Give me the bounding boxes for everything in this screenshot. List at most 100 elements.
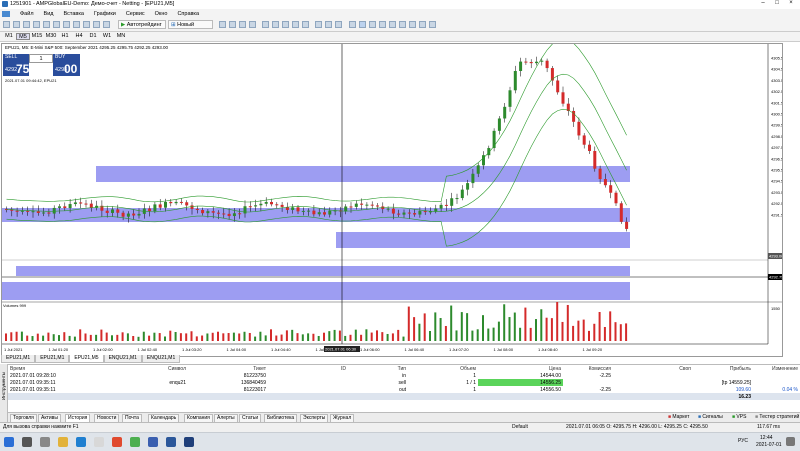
shapes-icon[interactable] (429, 21, 436, 28)
indicators-icon[interactable] (315, 21, 322, 28)
tf-m15[interactable]: M15 (30, 33, 44, 40)
menu-insert[interactable]: Вставка (63, 11, 83, 17)
word-icon[interactable] (166, 437, 176, 447)
depth-of-market-icon[interactable] (219, 21, 226, 28)
line-chart-icon[interactable] (249, 21, 256, 28)
scroll-icon[interactable] (292, 21, 299, 28)
chat-icon[interactable] (103, 21, 110, 28)
menu-charts[interactable]: Графики (94, 11, 116, 17)
text-icon[interactable] (419, 21, 426, 28)
maximize-button[interactable]: □ (770, 0, 784, 6)
table-row[interactable]: 2021.07.01 09:35:11 enqu21 136840459 sel… (8, 379, 800, 386)
menu-help[interactable]: Справка (177, 11, 199, 17)
chart-tab[interactable]: ENQU21,M1 (103, 355, 142, 363)
notifications-icon[interactable] (786, 437, 795, 446)
col-symbol[interactable]: Символ (118, 365, 188, 372)
market-button[interactable]: ■ Маркет (668, 414, 689, 421)
app-icon[interactable] (184, 437, 194, 447)
tf-d1[interactable]: D1 (86, 33, 100, 40)
profile-name[interactable]: Default (512, 424, 528, 430)
market-watch-icon[interactable] (23, 21, 30, 28)
store-icon[interactable] (94, 437, 104, 447)
lot-input[interactable]: 1 (29, 54, 53, 63)
search-icon[interactable] (22, 437, 32, 447)
col-price[interactable]: Цена (478, 365, 563, 372)
table-row[interactable]: 2021.07.01 09:28:10 81223750 in 1 14544.… (8, 372, 800, 379)
col-time[interactable]: Время (8, 365, 118, 372)
col-change[interactable]: Изменение (753, 365, 800, 372)
tf-w1[interactable]: W1 (100, 33, 114, 40)
zoom-out-icon[interactable] (272, 21, 279, 28)
language-indicator[interactable]: РУС (738, 438, 748, 444)
col-type[interactable]: Тип (348, 365, 408, 372)
volume-bar (508, 317, 511, 341)
col-ticket[interactable]: Тикет (188, 365, 268, 372)
editor-icon[interactable] (73, 21, 80, 28)
history-icon[interactable] (83, 21, 90, 28)
mail-icon[interactable] (76, 437, 86, 447)
price-chart[interactable]: 4305.50 4304.50 4303.50 4302.50 4301.50 4300.… (2, 44, 782, 356)
candle-body (307, 210, 311, 212)
shift-icon[interactable] (302, 21, 309, 28)
col-profit[interactable]: Прибыль (693, 365, 753, 372)
col-id[interactable]: ID (268, 365, 348, 372)
col-commission[interactable]: Комиссия (563, 365, 613, 372)
profiles-icon[interactable] (13, 21, 20, 28)
minimize-button[interactable]: – (756, 0, 770, 6)
horizontal-line-icon[interactable] (379, 21, 386, 28)
tf-mn[interactable]: MN (114, 33, 128, 40)
sell-button[interactable]: SELL 4292 75 (3, 54, 29, 76)
explorer-icon[interactable] (58, 437, 68, 447)
vps-button[interactable]: ■ VPS (732, 414, 746, 421)
table-row[interactable]: 2021.07.01 09:35:11 81223017 out 1 14556… (8, 386, 800, 393)
metatrader-icon[interactable] (148, 437, 158, 447)
opera-icon[interactable] (112, 437, 122, 447)
task-view-icon[interactable] (40, 437, 50, 447)
close-button[interactable]: × (784, 0, 798, 6)
navigator-icon[interactable] (43, 21, 50, 28)
volume-bar (174, 332, 177, 341)
tile-windows-icon[interactable] (282, 21, 289, 28)
crosshair-icon[interactable] (359, 21, 366, 28)
new-order-button[interactable]: ⊞ Новый ордер (168, 20, 213, 37)
chart-tab[interactable]: ENQU21,M1 (141, 355, 181, 363)
tf-h1[interactable]: H1 (58, 33, 72, 40)
menu-file[interactable]: Файл (20, 11, 34, 17)
chrome-icon[interactable] (130, 437, 140, 447)
cursor-icon[interactable] (349, 21, 356, 28)
equidistant-channel-icon[interactable] (399, 21, 406, 28)
bar-chart-icon[interactable] (229, 21, 236, 28)
signals-button[interactable]: ■ Сигналы (698, 414, 723, 421)
start-icon[interactable] (4, 437, 14, 447)
strategy-tester-button[interactable]: ■ Тестер стратегий (755, 414, 799, 421)
terminal-icon[interactable] (53, 21, 60, 28)
tf-m5[interactable]: M5 (16, 33, 30, 40)
candles-icon[interactable] (239, 21, 246, 28)
tf-m30[interactable]: M30 (44, 33, 58, 40)
signals-icon[interactable] (93, 21, 100, 28)
periods-icon[interactable] (325, 21, 332, 28)
algo-trading-button[interactable]: ▶ Автотрейдинг (118, 20, 166, 29)
templates-icon[interactable] (335, 21, 342, 28)
chart-tab[interactable]: EPU21,M1 (35, 355, 70, 363)
candle-body (291, 207, 295, 210)
tester-icon[interactable] (63, 21, 70, 28)
chart-tab[interactable]: EPU21,M1 (1, 355, 36, 363)
tf-m1[interactable]: M1 (2, 33, 16, 40)
new-file-icon[interactable] (3, 21, 10, 28)
chart-tab-active[interactable]: EPU21,M5 (69, 355, 104, 363)
data-window-icon[interactable] (33, 21, 40, 28)
zoom-in-icon[interactable] (262, 21, 269, 28)
col-volume[interactable]: Объем (408, 365, 478, 372)
menu-window[interactable]: Окно (155, 11, 168, 17)
chart-window[interactable]: 4305.50 4304.50 4303.50 4302.50 4301.50 4300.… (1, 43, 783, 357)
tf-h4[interactable]: H4 (72, 33, 86, 40)
trendline-icon[interactable] (389, 21, 396, 28)
fibonacci-icon[interactable] (409, 21, 416, 28)
buy-button[interactable]: BUY 4293 00 (53, 54, 80, 76)
toolbox-side-tab[interactable]: Инструменты (0, 364, 8, 428)
col-swap[interactable]: Своп (613, 365, 693, 372)
vertical-line-icon[interactable] (369, 21, 376, 28)
menu-view[interactable]: Вид (44, 11, 54, 17)
menu-tools[interactable]: Сервис (126, 11, 145, 17)
